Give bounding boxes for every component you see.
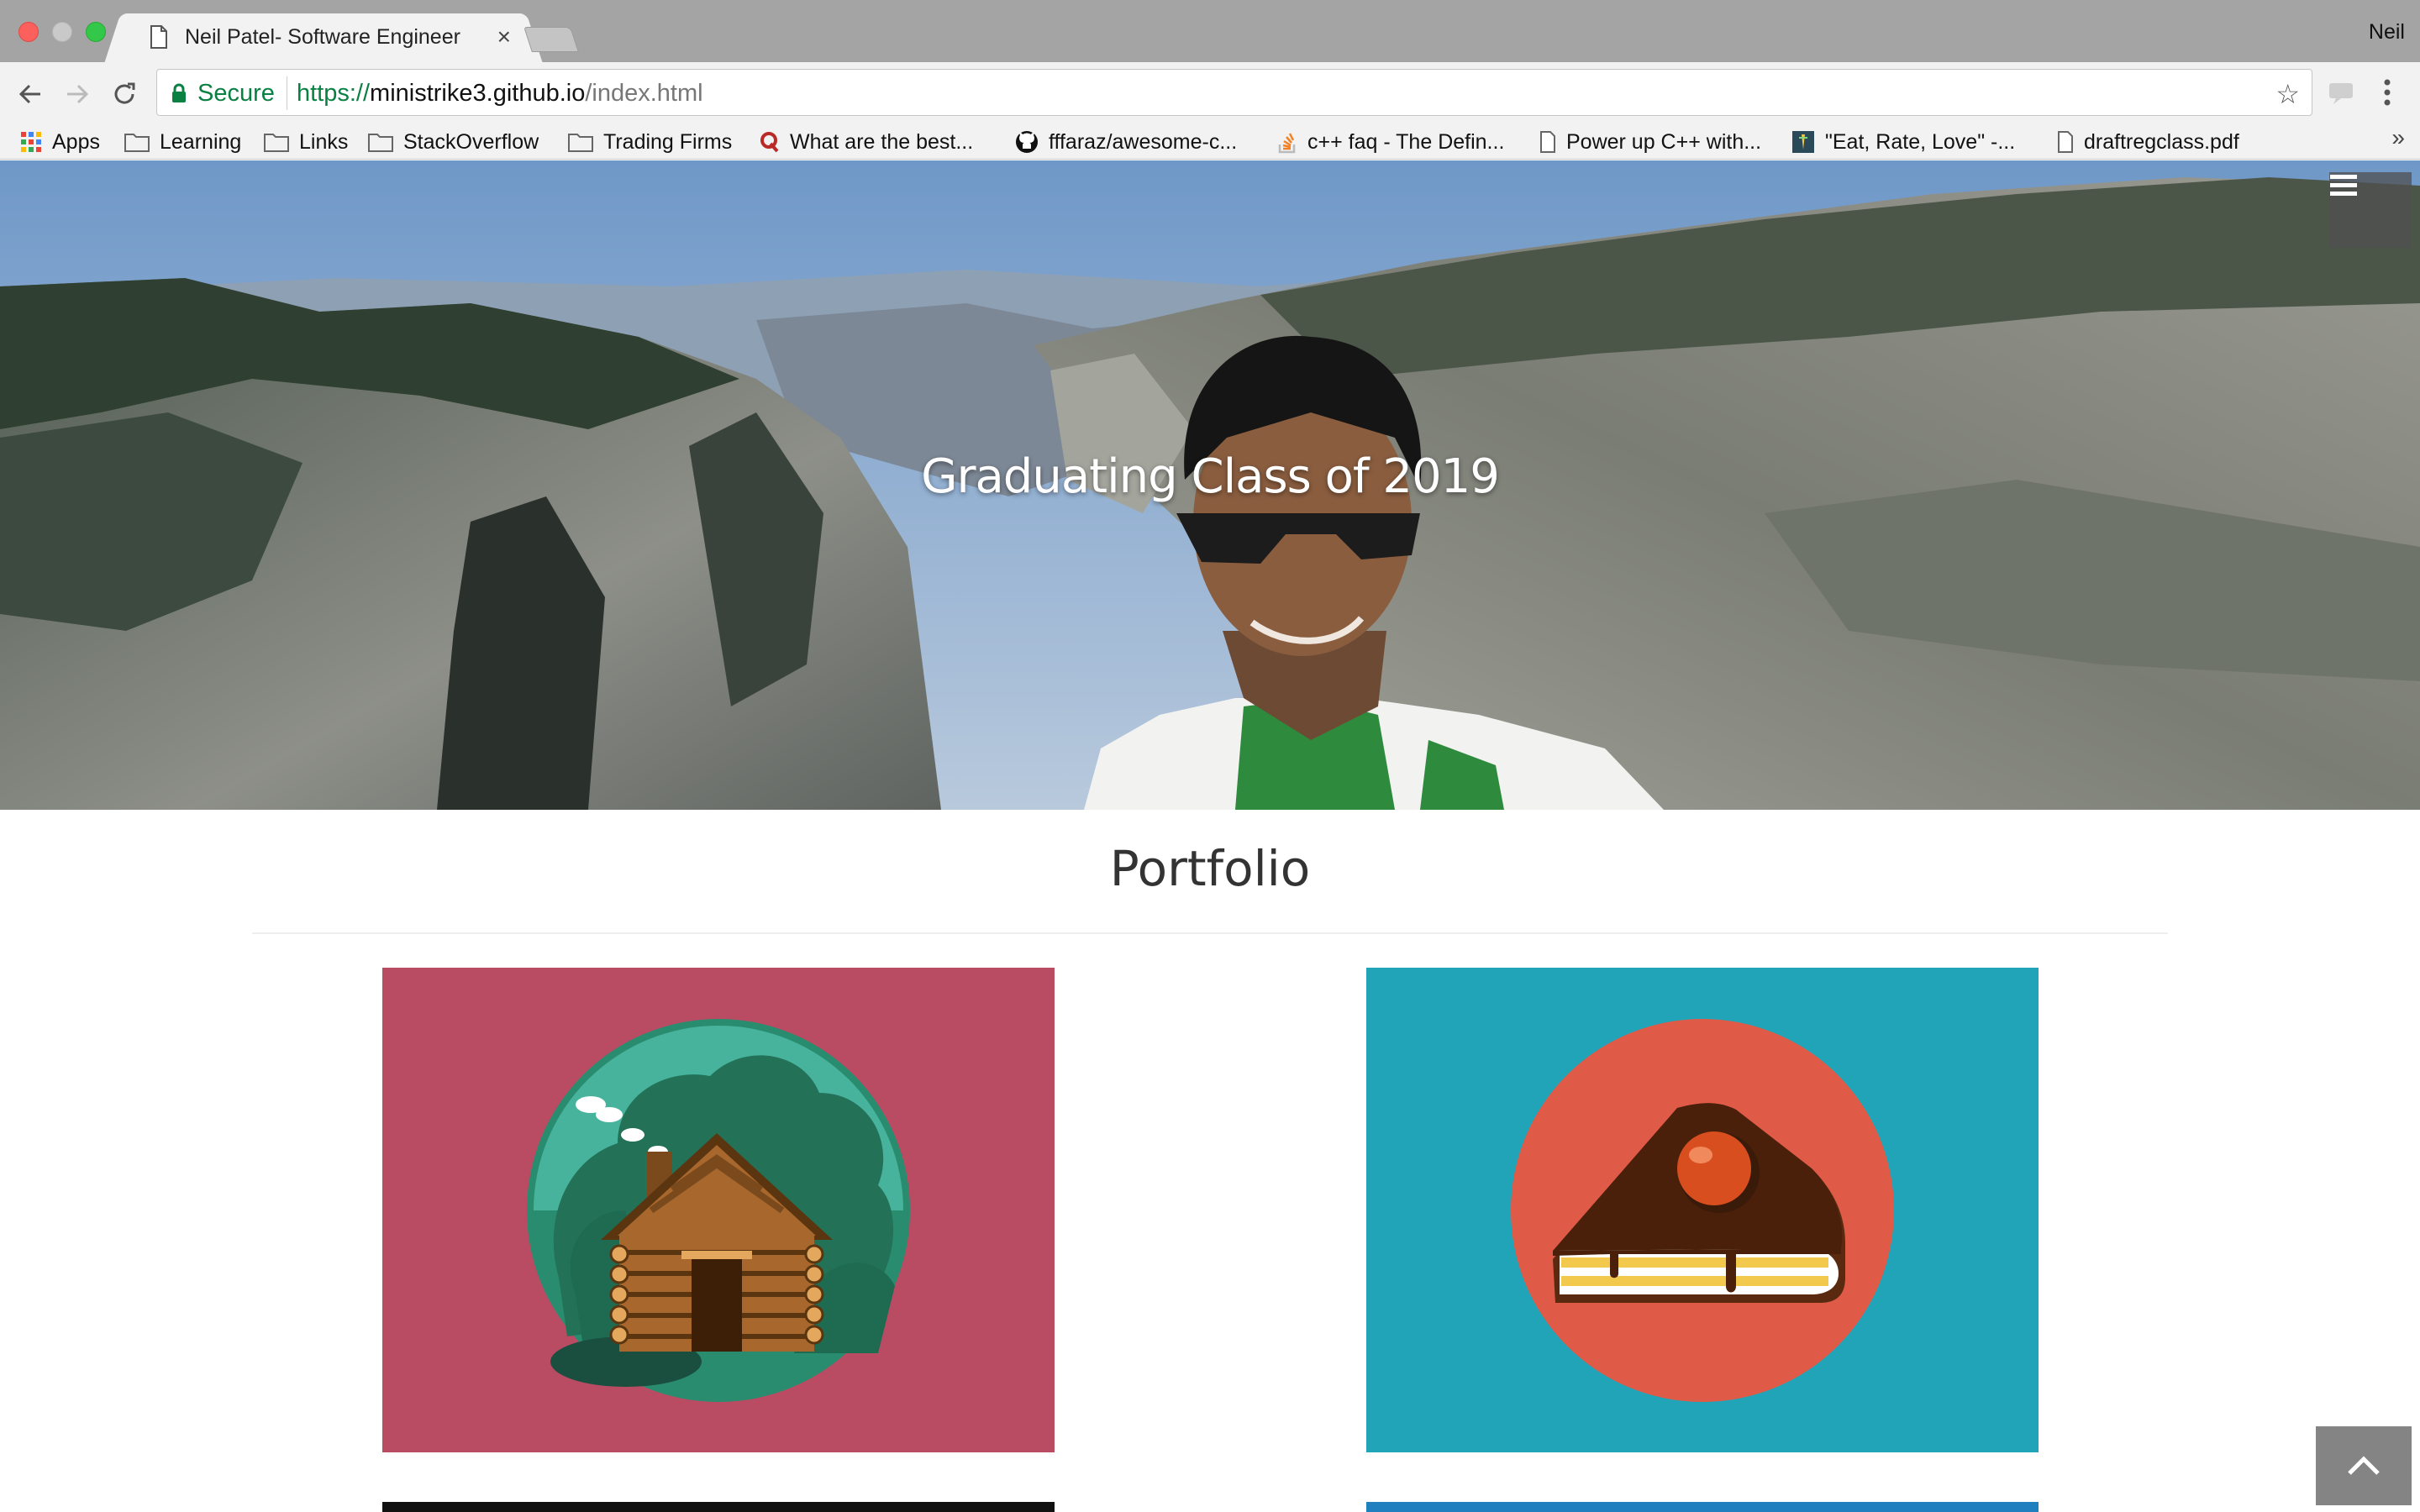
- nav-menu-button[interactable]: [2329, 172, 2412, 248]
- browser-tab-active[interactable]: Neil Patel- Software Engineer ×: [126, 13, 521, 62]
- browser-tab-strip: Neil Patel- Software Engineer × Neil: [0, 0, 2420, 62]
- bookmark-github[interactable]: fffaraz/awesome-c...: [1015, 128, 1237, 156]
- bookmark-stackoverflow[interactable]: StackOverflow: [368, 128, 539, 156]
- url-scheme: https://: [297, 80, 371, 107]
- new-tab-button[interactable]: [523, 27, 579, 52]
- bookmark-label: fffaraz/awesome-c...: [1049, 129, 1238, 154]
- cabin-icon: [527, 1018, 910, 1402]
- url-host: ministrike3.github.io: [370, 80, 586, 107]
- page-icon: [1540, 131, 1555, 153]
- bookmark-power-up-cpp[interactable]: Power up C++ with...: [1539, 128, 1761, 156]
- stackoverflow-icon: [1278, 133, 1296, 154]
- reload-icon: [114, 82, 135, 104]
- back-button[interactable]: [13, 77, 47, 111]
- lock-icon: [172, 83, 186, 102]
- portfolio-heading: Portfolio: [1109, 840, 1311, 897]
- hamburger-menu-icon: [2330, 175, 2357, 196]
- reload-button[interactable]: [108, 77, 141, 111]
- github-icon: [1016, 131, 1038, 153]
- tab-title: Neil Patel- Software Engineer: [185, 25, 460, 49]
- forward-button[interactable]: [60, 77, 94, 111]
- bookmark-quora[interactable]: What are the best...: [760, 128, 973, 156]
- portfolio-item-cake[interactable]: [1366, 968, 2039, 1452]
- document-icon: [150, 25, 167, 49]
- bookmark-label: "Eat, Rate, Love" -...: [1825, 129, 2016, 154]
- bookmark-label: Power up C++ with...: [1566, 129, 1762, 154]
- bookmarks-bar: Apps Learning Links StackOverflow Tradin…: [0, 124, 2420, 160]
- page-icon: [2058, 131, 2073, 153]
- folder-icon: [368, 134, 393, 152]
- bookmark-eat-rate-love[interactable]: "Eat, Rate, Love" -...: [1791, 128, 2015, 156]
- bookmark-label: c++ faq - The Defin...: [1307, 129, 1505, 154]
- address-bar[interactable]: Secure https://ministrike3.github.io/ind…: [156, 69, 2312, 116]
- apps-grid-icon: [21, 132, 41, 152]
- chevron-up-icon: [2348, 1456, 2380, 1475]
- folder-icon: [568, 134, 593, 152]
- bookmark-label: Learning: [160, 129, 242, 154]
- window-close-button[interactable]: [18, 22, 39, 42]
- bookmarks-overflow-button[interactable]: »: [2391, 124, 2405, 151]
- profile-name[interactable]: Neil: [2369, 20, 2405, 45]
- scroll-to-top-button[interactable]: [2316, 1426, 2412, 1505]
- extension-icon[interactable]: [2328, 81, 2356, 106]
- bookmark-label: What are the best...: [790, 129, 974, 154]
- portfolio-item-3[interactable]: [382, 1502, 1055, 1512]
- bookmark-label: StackOverflow: [403, 129, 539, 154]
- site-icon: [1792, 131, 1814, 153]
- window-maximize-button[interactable]: [86, 22, 106, 42]
- section-divider: [252, 932, 2168, 934]
- bookmark-links[interactable]: Links: [264, 128, 348, 156]
- bookmark-learning[interactable]: Learning: [124, 128, 241, 156]
- bookmark-label: Apps: [52, 129, 100, 154]
- url-text[interactable]: https://ministrike3.github.io/index.html: [297, 80, 703, 108]
- folder-icon: [124, 134, 150, 152]
- bookmark-draftregclass[interactable]: draftregclass.pdf: [2057, 128, 2239, 156]
- back-arrow-icon: [18, 84, 40, 104]
- bookmark-label: Links: [299, 129, 349, 154]
- window-minimize-button[interactable]: [52, 22, 72, 42]
- cake-slice-icon: [1511, 1018, 1894, 1402]
- bookmark-apps[interactable]: Apps: [20, 128, 100, 156]
- bookmark-trading-firms[interactable]: Trading Firms: [568, 128, 732, 156]
- bookmark-label: Trading Firms: [603, 129, 733, 154]
- hero-banner: Graduating Class of 2019: [0, 160, 2420, 810]
- portfolio-item-4[interactable]: [1366, 1502, 2039, 1512]
- quora-icon: [760, 132, 779, 153]
- bookmark-star-icon[interactable]: ☆: [2275, 78, 2300, 110]
- security-label: Secure: [197, 80, 275, 107]
- tab-close-icon[interactable]: ×: [497, 24, 511, 50]
- forward-arrow-icon: [67, 84, 89, 104]
- browser-toolbar: Secure https://ministrike3.github.io/ind…: [0, 62, 2420, 124]
- portfolio-item-cabin[interactable]: [382, 968, 1055, 1452]
- browser-menu-icon[interactable]: [2381, 77, 2393, 108]
- hero-title: Graduating Class of 2019: [921, 449, 1500, 504]
- url-path: /index.html: [585, 80, 703, 107]
- bookmark-stackoverflow-faq[interactable]: c++ faq - The Defin...: [1277, 128, 1504, 156]
- folder-icon: [264, 134, 289, 152]
- bookmark-label: draftregclass.pdf: [2084, 129, 2239, 154]
